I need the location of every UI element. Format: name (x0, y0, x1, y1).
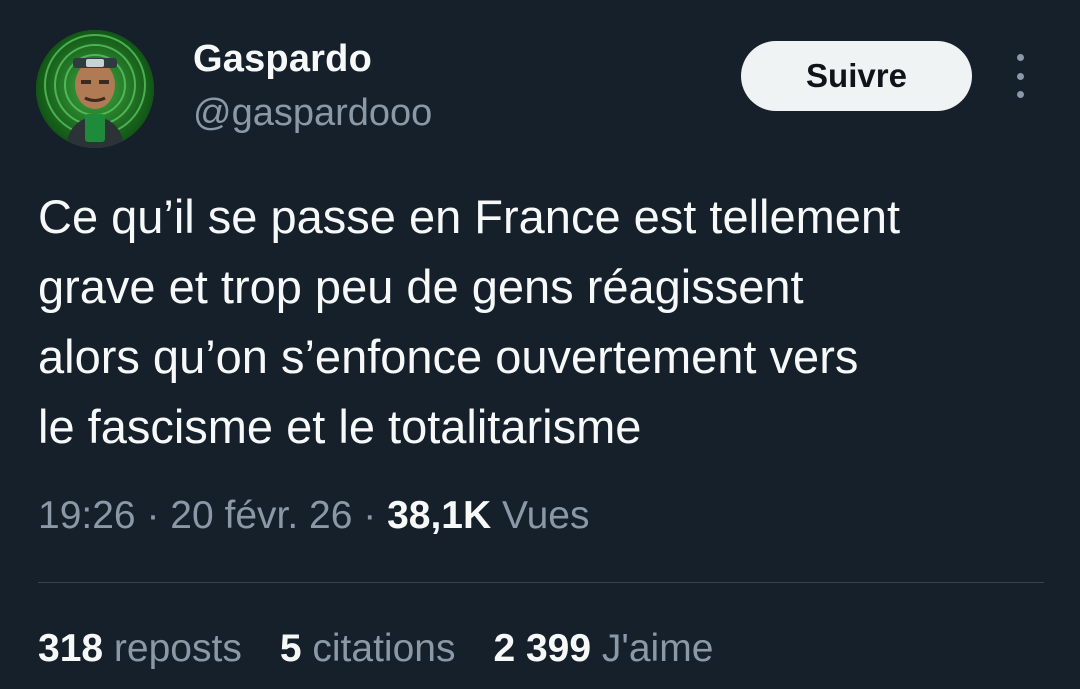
display-name[interactable]: Gaspardo (193, 38, 372, 81)
tweet-card: Gaspardo @gaspardooo Suivre Ce qu’il se … (0, 0, 1080, 689)
avatar[interactable] (36, 30, 154, 148)
tweet-date[interactable]: 20 févr. 26 (170, 494, 352, 537)
tweet-text: Ce qu’il se passe en France est tellemen… (38, 190, 901, 453)
meta-separator: · (135, 494, 171, 537)
quotes-stat[interactable]: 5 citations (280, 627, 456, 671)
engagement-stats: 318 reposts 5 citations 2 399 J'aime (38, 627, 713, 671)
more-dot (1016, 54, 1024, 61)
tweet-time[interactable]: 19:26 (38, 494, 136, 537)
more-dot (1016, 91, 1024, 98)
more-dot (1016, 72, 1024, 80)
quotes-count: 5 (279, 627, 302, 670)
meta-separator: · (352, 494, 388, 537)
reposts-label: reposts (113, 627, 242, 670)
views-label: Vues (502, 494, 590, 537)
views-count: 38,1K (387, 494, 492, 537)
tweet-meta: 19:26 · 20 févr. 26 · 38,1K Vues (38, 494, 589, 538)
follow-button[interactable]: Suivre (741, 41, 972, 111)
likes-stat[interactable]: 2 399 J'aime (493, 627, 713, 671)
more-vertical-icon[interactable] (1003, 54, 1037, 98)
likes-count: 2 399 (493, 627, 592, 670)
avatar-image (36, 30, 154, 148)
quotes-label: citations (312, 627, 456, 670)
reposts-count: 318 (38, 627, 104, 670)
likes-label: J'aime (601, 627, 714, 670)
reposts-stat[interactable]: 318 reposts (38, 627, 242, 671)
user-handle[interactable]: @gaspardooo (193, 92, 432, 135)
divider (38, 582, 1044, 583)
